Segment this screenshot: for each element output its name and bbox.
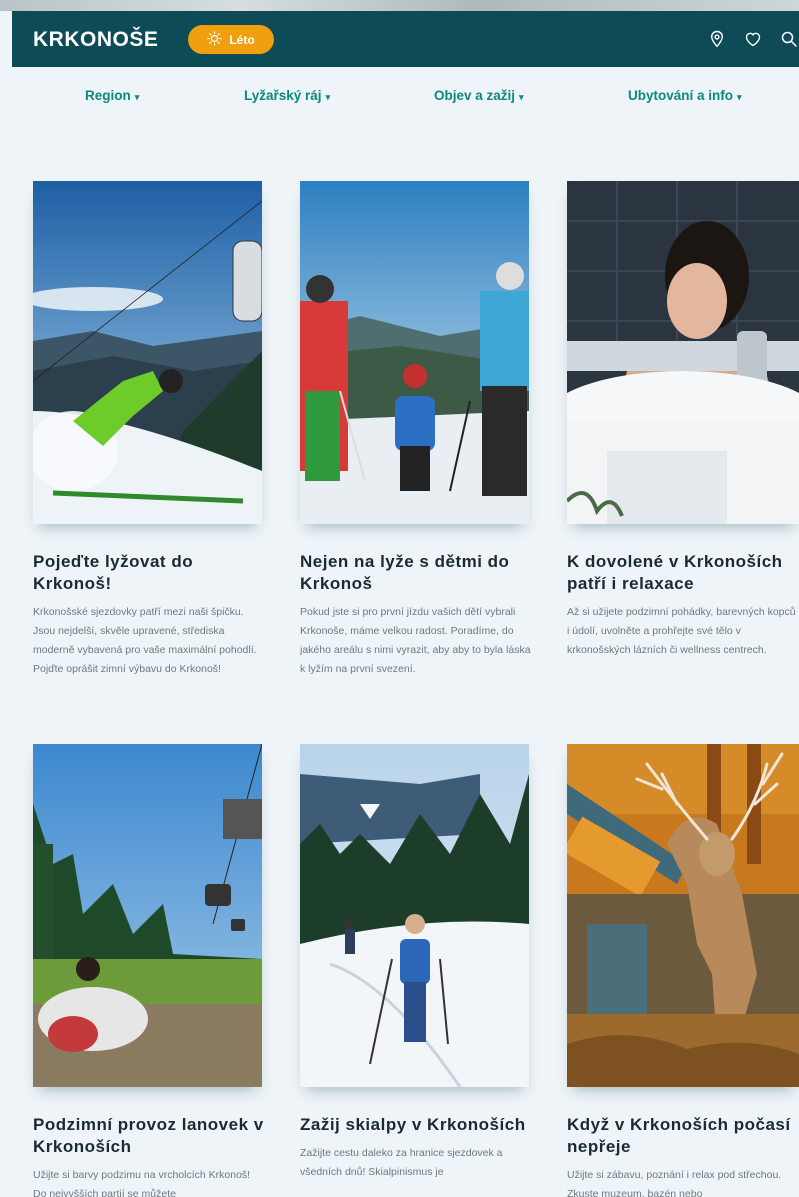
sun-icon (207, 30, 223, 49)
article-card[interactable]: Pojeďte lyžovat do Krkonoš! Krkonošské s… (33, 181, 265, 679)
season-label: Léto (229, 32, 255, 47)
card-description: Zažijte cestu daleko za hranice sjezdove… (300, 1147, 503, 1178)
chevron-down-icon: ▾ (737, 92, 742, 102)
card-description: Krkonošské sjezdovky patří mezi naši špi… (33, 606, 257, 675)
search-icon[interactable] (779, 29, 799, 49)
chevron-down-icon: ▾ (134, 92, 140, 102)
card-image[interactable] (300, 181, 529, 524)
card-description: Až si užijete podzimní pohádky, barevnýc… (567, 606, 796, 656)
card-title[interactable]: Podzimní provoz lanovek v Krkonoších (33, 1114, 265, 1158)
top-image-strip (0, 0, 799, 11)
card-title[interactable]: K dovolené v Krkonoších patří i relaxace (567, 551, 799, 595)
card-description: Užijte si barvy podzimu na vrcholcích Kr… (33, 1169, 251, 1197)
site-logo[interactable]: KRKONOŠE (33, 28, 158, 52)
chevron-down-icon: ▾ (325, 92, 331, 102)
card-title[interactable]: Pojeďte lyžovat do Krkonoš! (33, 551, 265, 595)
season-toggle-button[interactable]: Léto (188, 25, 274, 54)
card-description: Pokud jste si pro první jízdu vašich dět… (300, 606, 531, 675)
article-card[interactable]: Zažij skialpy v Krkonoších Zažijte cestu… (300, 744, 532, 1182)
card-image[interactable] (567, 181, 799, 524)
location-pin-icon[interactable] (707, 29, 727, 49)
card-description: Užijte si zábavu, poznání i relax pod st… (567, 1169, 782, 1197)
card-image[interactable] (33, 181, 262, 524)
chevron-down-icon: ▾ (519, 92, 524, 102)
section-heading-cutoff (62, 108, 182, 128)
heart-icon[interactable] (743, 29, 763, 49)
nav-item-lyzarsky-raj[interactable]: Lyžařský ráj ▾ (244, 88, 330, 103)
site-header: KRKONOŠE Léto (12, 11, 799, 67)
article-card[interactable]: K dovolené v Krkonoších patří i relaxace… (567, 181, 799, 660)
article-card[interactable]: Nejen na lyže s dětmi do Krkonoš Pokud j… (300, 181, 532, 679)
card-image[interactable] (567, 744, 799, 1087)
card-title[interactable]: Nejen na lyže s dětmi do Krkonoš (300, 551, 532, 595)
nav-item-region[interactable]: Region ▾ (85, 88, 139, 103)
article-card[interactable]: Když v Krkonoších počasí nepřeje Užijte … (567, 744, 799, 1197)
nav-item-ubytovani-a-info[interactable]: Ubytování a info ▾ (628, 88, 742, 103)
article-card[interactable]: Podzimní provoz lanovek v Krkonoších Uži… (33, 744, 265, 1197)
card-title[interactable]: Když v Krkonoších počasí nepřeje (567, 1114, 799, 1158)
card-image[interactable] (33, 744, 262, 1087)
nav-item-objev-a-zazij[interactable]: Objev a zažij ▾ (434, 88, 524, 103)
card-title[interactable]: Zažij skialpy v Krkonoších (300, 1114, 532, 1136)
card-image[interactable] (300, 744, 529, 1087)
